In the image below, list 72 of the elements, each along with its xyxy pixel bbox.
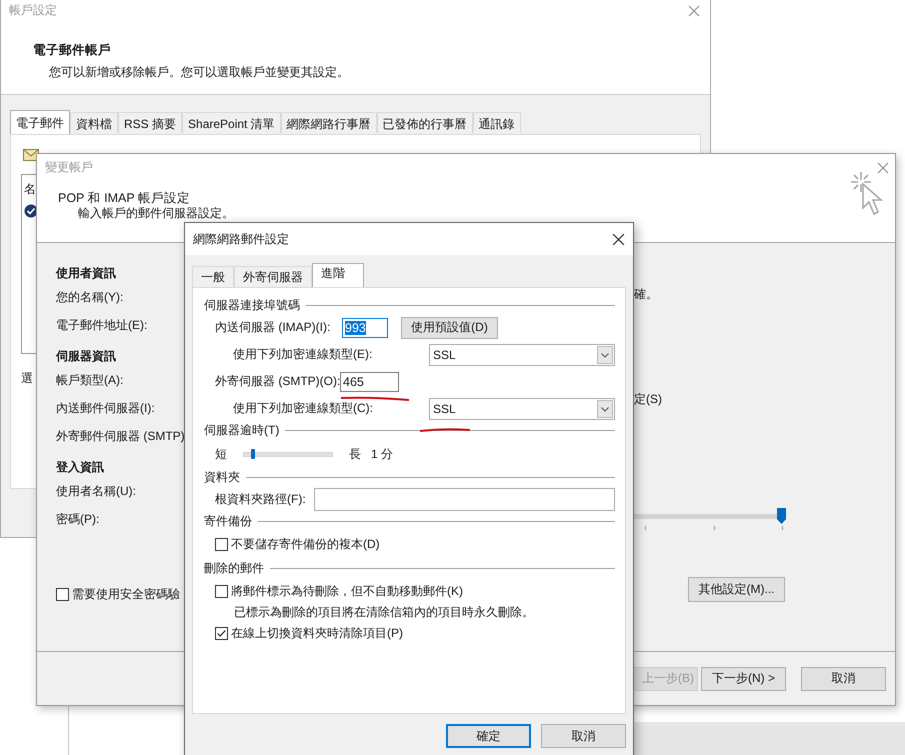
tab[interactable]: SharePoint 清單: [182, 112, 281, 133]
underline-mark: [419, 427, 471, 433]
tab[interactable]: 電子郵件: [10, 110, 70, 134]
section-heading: 使用者資訊: [56, 265, 116, 282]
note-text: 已標示為刪除的項目將在清除信箱內的項目時永久刪除。: [233, 604, 535, 621]
tab[interactable]: 外寄伺服器: [234, 266, 312, 287]
description-text: 確。: [634, 286, 658, 303]
dialog-heading: POP 和 IMAP 帳戶設定: [58, 191, 191, 206]
port-field[interactable]: 993: [342, 318, 388, 338]
cursor-click-icon: [849, 170, 885, 218]
section-heading: 登入資訊: [56, 459, 104, 476]
slider-thumb[interactable]: [777, 508, 786, 524]
dialog-button[interactable]: 取消: [541, 724, 626, 748]
encryption-dropdown[interactable]: SSL: [429, 398, 615, 420]
tab[interactable]: 進階: [312, 263, 364, 287]
tab[interactable]: 資料檔: [70, 112, 118, 133]
field-label: 外寄伺服器 (SMTP)(O):: [215, 373, 340, 390]
window-title: 變更帳戶: [45, 159, 93, 176]
wizard-button[interactable]: 下一步(N) >: [701, 666, 786, 690]
column-header: 名: [24, 181, 36, 198]
encryption-dropdown[interactable]: SSL: [429, 344, 615, 366]
field-label: 電子郵件地址(E):: [56, 317, 148, 334]
checkbox[interactable]: [215, 538, 228, 551]
checkbox[interactable]: [215, 585, 228, 598]
window-title: 網際網路郵件設定: [193, 230, 289, 248]
folder-path-field[interactable]: [314, 488, 615, 511]
field-label: 密碼(P):: [56, 511, 100, 528]
section-heading: 伺服器資訊: [56, 348, 116, 365]
field-label: 您的名稱(Y):: [56, 289, 124, 306]
checkbox[interactable]: [215, 627, 228, 640]
section-heading: 寄件備份: [204, 513, 252, 530]
checkbox-label: 需要使用安全密碼驗: [72, 586, 180, 603]
dialog-heading: 電子郵件帳戶: [33, 42, 112, 59]
slider-label: 短: [215, 446, 227, 462]
dialog-description: 您可以新增或移除帳戶。您可以選取帳戶並變更其設定。: [49, 64, 350, 81]
checkbox[interactable]: [56, 588, 69, 601]
timeout-value: 1 分: [371, 446, 394, 462]
field-label: 根資料夾路徑(F):: [215, 491, 307, 508]
field-label: 帳戶類型(A):: [56, 372, 124, 389]
window-title: 帳戶設定: [9, 2, 57, 19]
field-label: 使用下列加密連線類型(C):: [233, 400, 374, 417]
section-heading: 伺服器逾時(T): [204, 422, 280, 439]
field-label: 內送郵件伺服器(I):: [56, 400, 155, 417]
field-label: 外寄郵件伺服器 (SMTP): [56, 428, 185, 445]
field-label: 使用者名稱(U):: [56, 483, 136, 500]
section-heading: 伺服器連接埠號碼: [204, 297, 300, 314]
slider-thumb[interactable]: [250, 448, 255, 458]
field-label: 使用下列加密連線類型(E):: [233, 346, 374, 363]
more-settings-button[interactable]: 其他設定(M)...: [688, 577, 785, 602]
mail-icon[interactable]: [23, 149, 39, 161]
close-icon[interactable]: [612, 232, 625, 246]
dialog-button[interactable]: 確定: [446, 724, 531, 748]
slider-track[interactable]: [243, 452, 333, 456]
tab[interactable]: 已發佈的行事曆: [376, 112, 473, 133]
label-text: 選: [21, 370, 33, 387]
tab[interactable]: 通訊錄: [472, 112, 521, 133]
wizard-button[interactable]: 取消: [801, 666, 886, 690]
field-label: 內送伺服器 (IMAP)(I):: [215, 319, 332, 336]
port-field[interactable]: 465: [340, 372, 399, 392]
section-heading: 資料夾: [204, 469, 240, 486]
slider-label: 長: [349, 446, 361, 462]
tab[interactable]: RSS 摘要: [118, 112, 182, 133]
checkbox-label: 在線上切換資料夾時清除項目(P): [231, 625, 403, 642]
tab[interactable]: 一般: [192, 266, 234, 287]
dialog-description: 輸入帳戶的郵件伺服器設定。: [78, 206, 234, 220]
section-heading: 刪除的郵件: [204, 560, 264, 577]
checkbox-label: 不要儲存寄件備份的複本(D): [231, 536, 380, 553]
underline-mark: [340, 396, 410, 402]
tab[interactable]: 網際網路行事曆: [280, 112, 377, 133]
use-default-button[interactable]: 使用預設值(D): [401, 316, 498, 338]
checkbox-label: 定(S): [634, 391, 662, 408]
checkbox-label: 將郵件標示為待刪除，但不自動移動郵件(K): [231, 583, 463, 600]
